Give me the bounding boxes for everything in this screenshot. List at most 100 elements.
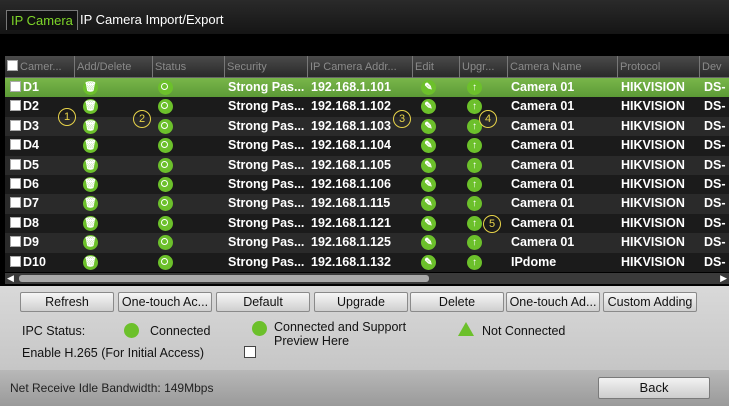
column-ip-address[interactable]: IP Camera Addr...	[308, 56, 413, 78]
upgrade-arrow-icon[interactable]: ↑	[467, 138, 482, 154]
connected-preview-icon[interactable]	[158, 157, 173, 173]
back-button[interactable]: Back	[598, 377, 710, 399]
table-row[interactable]: D3 🗑︎ Strong Pas... 192.168.1.103 ✎ ↑ Ca…	[5, 116, 729, 137]
trash-icon[interactable]: 🗑︎	[83, 99, 98, 115]
trash-icon[interactable]: 🗑︎	[83, 215, 98, 231]
column-camera[interactable]: Camer...	[5, 56, 75, 78]
device-cell: DS-	[704, 138, 726, 153]
connected-preview-icon[interactable]	[158, 177, 173, 192]
select-all-checkbox[interactable]	[7, 60, 18, 71]
table-row[interactable]: D10 🗑︎ Strong Pas... 192.168.1.132 ✎ ↑ I…	[5, 252, 729, 272]
not-connected-icon	[458, 322, 474, 336]
row-checkbox[interactable]	[10, 197, 21, 209]
row-checkbox[interactable]	[10, 158, 21, 170]
trash-icon[interactable]: 🗑︎	[83, 196, 98, 212]
upgrade-arrow-icon[interactable]: ↑	[467, 99, 482, 115]
row-checkbox[interactable]	[10, 81, 21, 92]
connected-preview-icon[interactable]	[158, 235, 173, 251]
delete-button[interactable]: Delete	[410, 292, 504, 312]
table-row[interactable]: D8 🗑︎ Strong Pas... 192.168.1.121 ✎ ↑ Ca…	[5, 213, 729, 234]
edit-pencil-icon[interactable]: ✎	[421, 138, 436, 154]
row-checkbox[interactable]	[10, 119, 21, 131]
edit-pencil-icon[interactable]: ✎	[421, 118, 436, 134]
enable-h265-checkbox[interactable]	[244, 346, 256, 358]
table-row[interactable]: D1 🗑︎ Strong Pas... 192.168.1.101 ✎ ↑ Ca…	[5, 78, 729, 98]
camera-name-cell: Camera 01	[511, 235, 575, 250]
device-cell: DS-	[704, 118, 726, 133]
row-checkbox[interactable]	[10, 236, 21, 248]
column-security[interactable]: Security	[225, 56, 308, 78]
edit-pencil-icon[interactable]: ✎	[421, 215, 436, 231]
edit-pencil-icon[interactable]: ✎	[421, 99, 436, 115]
table-row[interactable]: D2 🗑︎ Strong Pas... 192.168.1.102 ✎ ↑ Ca…	[5, 97, 729, 117]
camera-name-cell: Camera 01	[511, 215, 575, 230]
trash-icon[interactable]: 🗑︎	[83, 80, 98, 95]
trash-icon[interactable]: 🗑︎	[83, 235, 98, 251]
row-checkbox[interactable]	[10, 139, 21, 151]
edit-pencil-icon[interactable]: ✎	[421, 235, 436, 251]
refresh-button[interactable]: Refresh	[20, 292, 114, 312]
trash-icon[interactable]: 🗑︎	[83, 177, 98, 192]
action-panel: Refresh One-touch Ac... Default Upgrade …	[0, 286, 729, 370]
column-edit[interactable]: Edit	[413, 56, 460, 78]
horizontal-scrollbar[interactable]: ◀ ▶	[5, 273, 729, 284]
column-protocol[interactable]: Protocol	[618, 56, 700, 78]
upgrade-arrow-icon[interactable]: ↑	[467, 235, 482, 251]
table-row[interactable]: D4 🗑︎ Strong Pas... 192.168.1.104 ✎ ↑ Ca…	[5, 136, 729, 156]
column-status[interactable]: Status	[153, 56, 225, 78]
connected-preview-icon[interactable]	[158, 80, 173, 95]
edit-pencil-icon[interactable]: ✎	[421, 254, 436, 270]
upgrade-arrow-icon[interactable]: ↑	[467, 177, 482, 192]
table-row[interactable]: D6 🗑︎ Strong Pas... 192.168.1.106 ✎ ↑ Ca…	[5, 175, 729, 195]
protocol-cell: HIKVISION	[621, 118, 685, 133]
security-cell: Strong Pas...	[228, 138, 305, 153]
callout-2: 2	[133, 110, 151, 128]
protocol-cell: HIKVISION	[621, 254, 685, 269]
row-checkbox[interactable]	[10, 178, 21, 189]
edit-pencil-icon[interactable]: ✎	[421, 80, 436, 95]
trash-icon[interactable]: 🗑︎	[83, 118, 98, 134]
upgrade-arrow-icon[interactable]: ↑	[467, 80, 482, 95]
upgrade-button[interactable]: Upgrade	[314, 292, 408, 312]
tab-ip-camera[interactable]: IP Camera	[6, 10, 78, 30]
column-upgrade[interactable]: Upgr...	[460, 56, 508, 78]
device-cell: DS-	[704, 177, 726, 191]
connected-preview-icon[interactable]	[158, 254, 173, 270]
scrollbar-thumb[interactable]	[19, 275, 429, 282]
custom-adding-button[interactable]: Custom Adding	[603, 292, 697, 312]
table-row[interactable]: D5 🗑︎ Strong Pas... 192.168.1.105 ✎ ↑ Ca…	[5, 155, 729, 175]
column-add-delete[interactable]: Add/Delete	[75, 56, 153, 78]
edit-pencil-icon[interactable]: ✎	[421, 196, 436, 212]
trash-icon[interactable]: 🗑︎	[83, 254, 98, 270]
scroll-left-icon[interactable]: ◀	[7, 273, 14, 284]
device-cell: DS-	[704, 235, 726, 250]
trash-icon[interactable]: 🗑︎	[83, 157, 98, 173]
row-checkbox[interactable]	[10, 100, 21, 112]
edit-pencil-icon[interactable]: ✎	[421, 177, 436, 192]
one-touch-add-button[interactable]: One-touch Ad...	[506, 292, 600, 312]
connected-preview-icon[interactable]	[158, 215, 173, 231]
connected-preview-icon[interactable]	[158, 118, 173, 134]
tab-ip-camera-import-export[interactable]: IP Camera Import/Export	[78, 10, 226, 30]
table-row[interactable]: D7 🗑︎ Strong Pas... 192.168.1.115 ✎ ↑ Ca…	[5, 194, 729, 214]
column-device[interactable]: Dev	[700, 56, 729, 78]
protocol-cell: HIKVISION	[621, 80, 685, 94]
upgrade-arrow-icon[interactable]: ↑	[467, 157, 482, 173]
table-row[interactable]: D9 🗑︎ Strong Pas... 192.168.1.125 ✎ ↑ Ca…	[5, 233, 729, 253]
connected-preview-icon[interactable]	[158, 138, 173, 154]
upgrade-arrow-icon[interactable]: ↑	[467, 215, 482, 231]
upgrade-arrow-icon[interactable]: ↑	[467, 254, 482, 270]
row-checkbox[interactable]	[10, 216, 21, 228]
column-camera-name[interactable]: Camera Name	[508, 56, 618, 78]
trash-icon[interactable]: 🗑︎	[83, 138, 98, 154]
connected-preview-icon[interactable]	[158, 196, 173, 212]
camera-name-cell: Camera 01	[511, 138, 575, 153]
camera-id-cell: D10	[10, 253, 72, 272]
edit-pencil-icon[interactable]: ✎	[421, 157, 436, 173]
scroll-right-icon[interactable]: ▶	[720, 273, 727, 284]
row-checkbox[interactable]	[10, 255, 21, 267]
one-touch-activate-button[interactable]: One-touch Ac...	[118, 292, 212, 312]
upgrade-arrow-icon[interactable]: ↑	[467, 196, 482, 212]
default-button[interactable]: Default	[216, 292, 310, 312]
connected-preview-icon[interactable]	[158, 99, 173, 115]
